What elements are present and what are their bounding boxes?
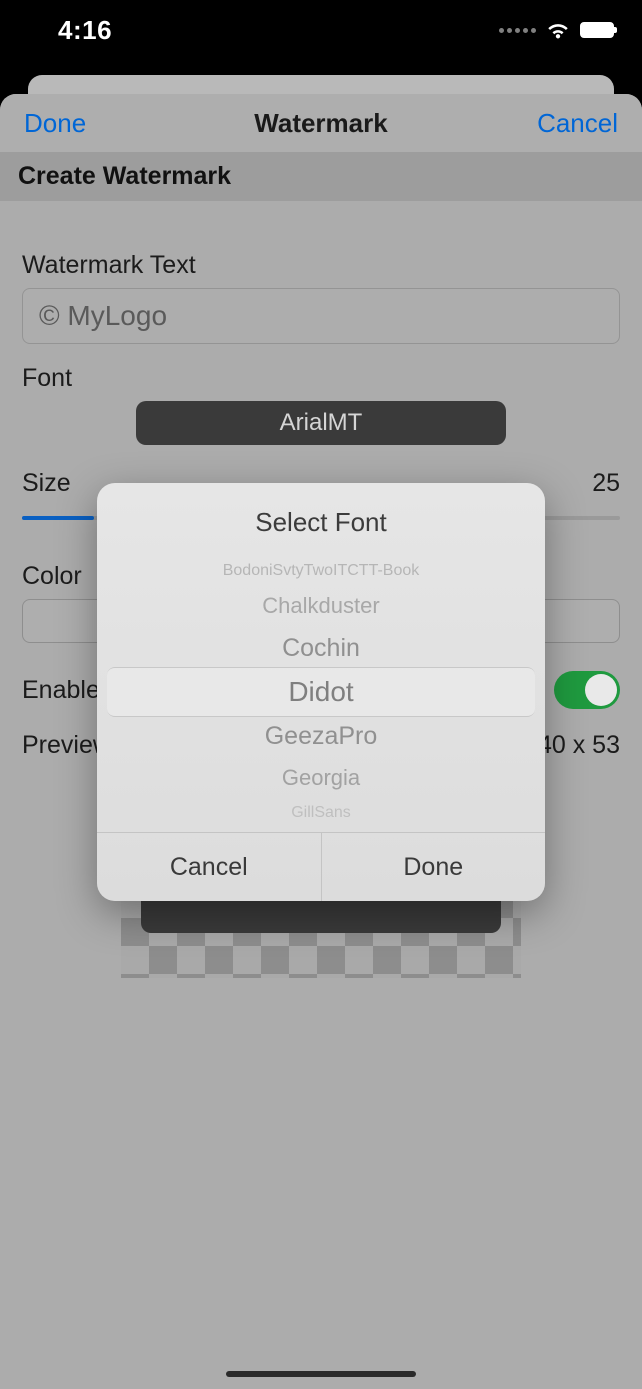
picker-option[interactable]: Chalkduster: [97, 586, 545, 626]
picker-option[interactable]: BodoniSvtyTwoITCTT-Book: [97, 556, 545, 586]
picker-done-button[interactable]: Done: [321, 833, 546, 901]
picker-option[interactable]: GeezaPro: [97, 714, 545, 758]
alert-actions: Cancel Done: [97, 833, 545, 901]
picker-option[interactable]: Cochin: [97, 626, 545, 670]
picker-cancel-button[interactable]: Cancel: [97, 833, 321, 901]
alert-title: Select Font: [97, 483, 545, 552]
picker-option[interactable]: Georgia: [97, 758, 545, 798]
home-indicator[interactable]: [226, 1371, 416, 1377]
font-picker-alert: Select Font BodoniSvtyTwoITCTT-Book Chal…: [97, 483, 545, 901]
font-picker-wheel[interactable]: BodoniSvtyTwoITCTT-Book Chalkduster Coch…: [97, 552, 545, 832]
picker-option-selected[interactable]: Didot: [97, 670, 545, 714]
picker-option[interactable]: GillSans: [97, 798, 545, 828]
